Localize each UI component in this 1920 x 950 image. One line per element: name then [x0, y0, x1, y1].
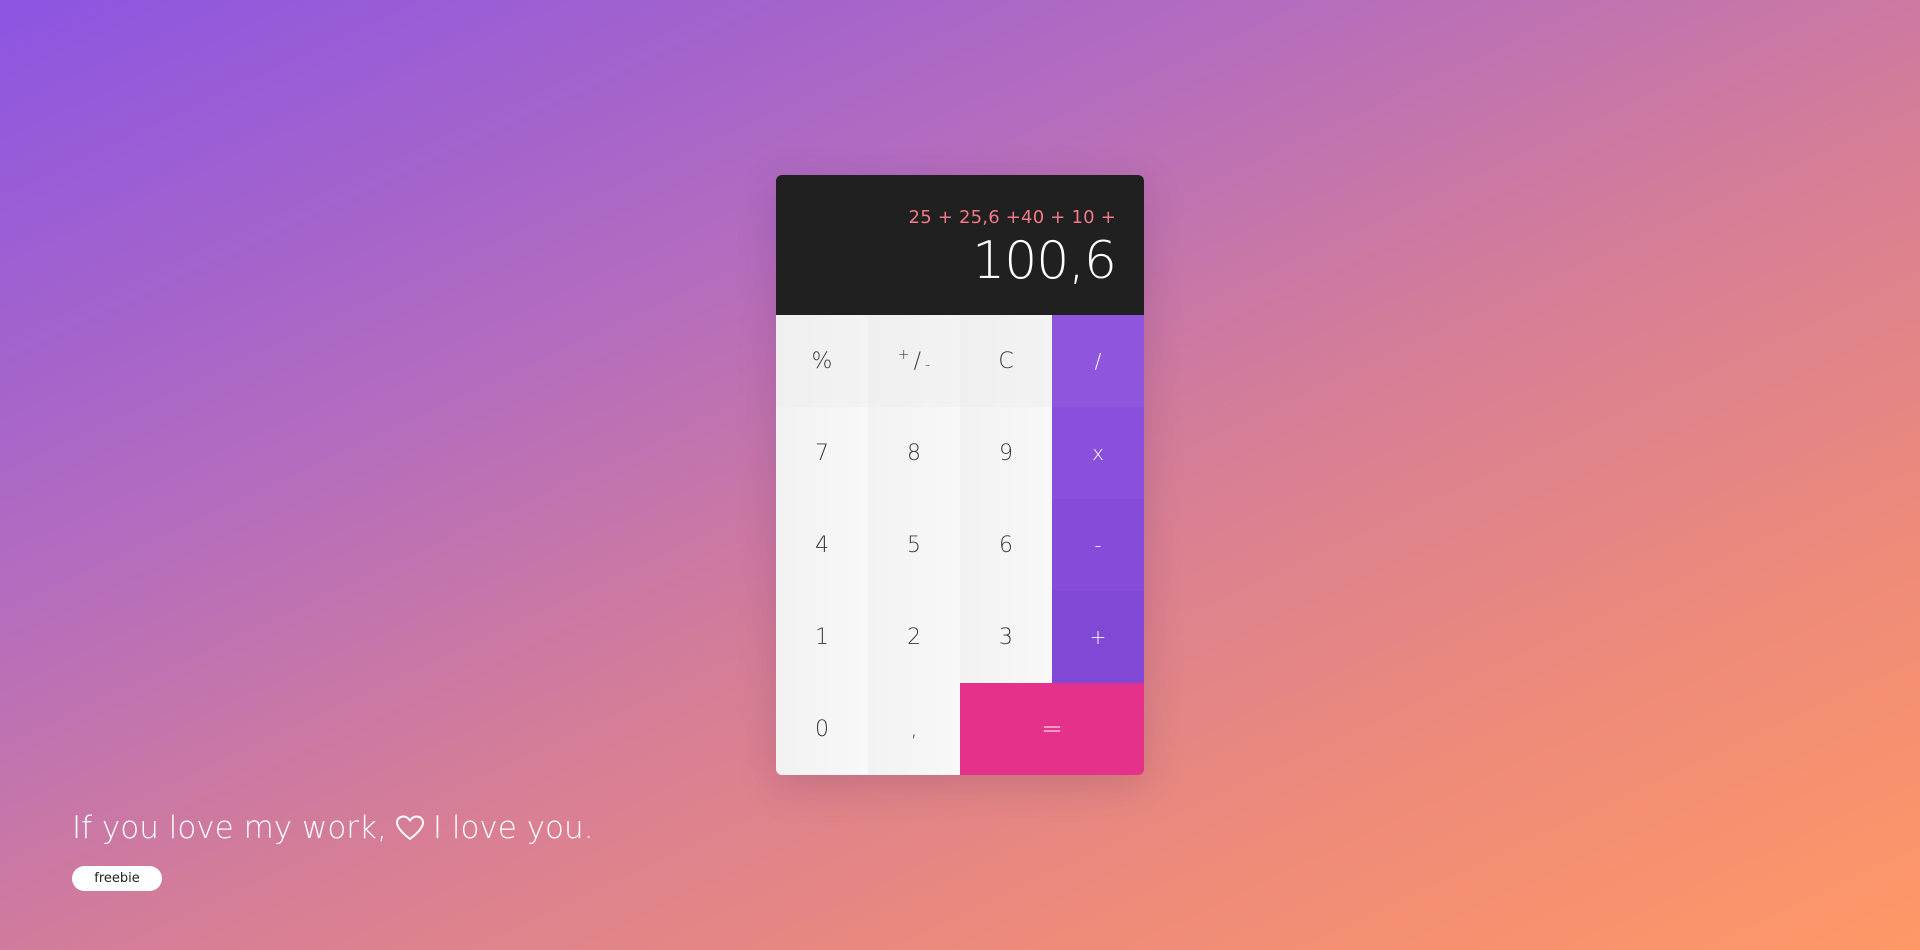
- footer-text-after: I love you.: [432, 810, 594, 846]
- result-text: 100,6: [972, 231, 1117, 291]
- percent-button[interactable]: %: [776, 315, 868, 407]
- plus-minus-plus: +: [897, 347, 910, 363]
- divide-button[interactable]: /: [1052, 315, 1144, 407]
- digit-2-button[interactable]: 2: [868, 591, 960, 683]
- digit-1-button[interactable]: 1: [776, 591, 868, 683]
- digit-0-button[interactable]: 0: [776, 683, 868, 775]
- footer-text-before: If you love my work,: [72, 810, 387, 846]
- heart-outline-icon: [395, 814, 425, 842]
- subtract-button[interactable]: -: [1052, 499, 1144, 591]
- digit-3-button[interactable]: 3: [960, 591, 1052, 683]
- calculator-display: 25 + 25,6 +40 + 10 + 100,6: [776, 175, 1144, 315]
- digit-5-button[interactable]: 5: [868, 499, 960, 591]
- digit-6-button[interactable]: 6: [960, 499, 1052, 591]
- freebie-badge[interactable]: freebie: [72, 866, 162, 891]
- digit-4-button[interactable]: 4: [776, 499, 868, 591]
- decimal-button[interactable]: ,: [868, 683, 960, 775]
- clear-button[interactable]: C: [960, 315, 1052, 407]
- digit-9-button[interactable]: 9: [960, 407, 1052, 499]
- equals-button[interactable]: =: [960, 683, 1144, 775]
- digit-7-button[interactable]: 7: [776, 407, 868, 499]
- multiply-button[interactable]: x: [1052, 407, 1144, 499]
- plus-minus-button[interactable]: + / -: [868, 315, 960, 407]
- plus-minus-minus: -: [925, 357, 931, 373]
- plus-minus-slash: /: [913, 348, 922, 374]
- keypad: % + / - C / 7 8 9 x 4 5 6 - 1 2 3 + 0 , =: [776, 315, 1144, 775]
- expression-text: 25 + 25,6 +40 + 10 +: [908, 207, 1116, 228]
- digit-8-button[interactable]: 8: [868, 407, 960, 499]
- calculator: 25 + 25,6 +40 + 10 + 100,6 % + / - C / 7 8…: [776, 175, 1144, 775]
- footer-message: If you love my work, I love you.: [72, 810, 594, 846]
- add-button[interactable]: +: [1052, 591, 1144, 683]
